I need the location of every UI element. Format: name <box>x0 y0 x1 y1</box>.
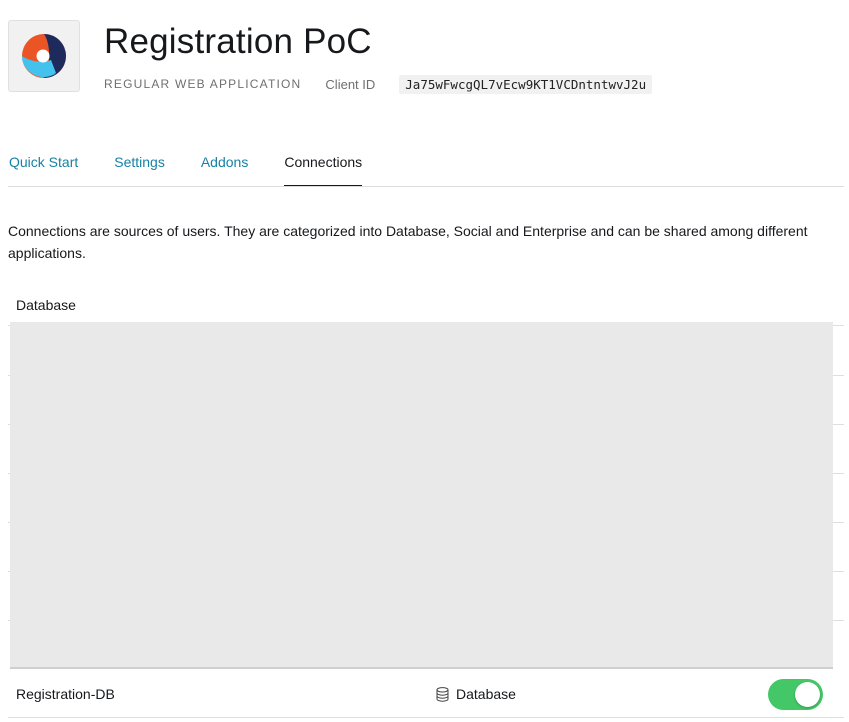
tab-quick-start[interactable]: Quick Start <box>9 138 78 186</box>
app-logo <box>8 20 80 92</box>
client-id-label: Client ID <box>325 76 376 92</box>
database-section-label: Database <box>16 297 76 313</box>
tab-connections[interactable]: Connections <box>284 138 363 186</box>
app-meta: REGULAR WEB APPLICATION Client ID Ja75wF… <box>104 74 653 94</box>
connection-row: Registration-DB Database <box>8 670 844 718</box>
toggle-knob <box>795 682 820 707</box>
connection-enabled-toggle[interactable] <box>768 679 823 710</box>
tab-addons[interactable]: Addons <box>201 138 248 186</box>
database-icon <box>436 686 449 702</box>
app-header: Registration PoC REGULAR WEB APPLICATION… <box>8 20 838 100</box>
app-type: REGULAR WEB APPLICATION <box>104 77 302 91</box>
tab-bar: Quick Start Settings Addons Connections <box>8 138 844 187</box>
connection-name: Registration-DB <box>16 686 115 702</box>
connection-type-label: Database <box>456 686 516 702</box>
client-id-value[interactable]: Ja75wFwcgQL7vEcw9KT1VCDntntwvJ2u <box>399 74 653 94</box>
app-logo-icon <box>22 34 66 78</box>
tab-settings[interactable]: Settings <box>114 138 165 186</box>
loading-placeholder <box>10 322 833 669</box>
connections-description: Connections are sources of users. They a… <box>8 223 808 261</box>
connection-type: Database <box>436 686 516 702</box>
app-title: Registration PoC <box>104 22 372 61</box>
